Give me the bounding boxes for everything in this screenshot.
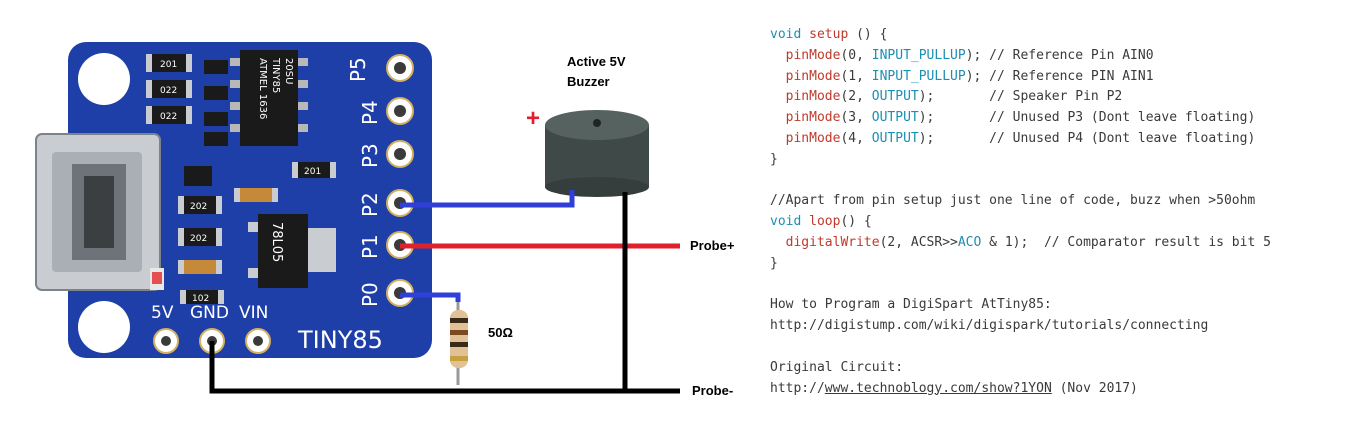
code-line: } [770,150,1355,171]
pin-label-vin: VIN [239,303,268,323]
pin-label-p5: P5 [346,57,370,82]
resistor-50-ohm: 50Ω [450,300,513,385]
code-token: void [770,214,810,230]
code-line: //Apart from pin setup just one line of … [770,191,1355,212]
resistor-code: 201 [160,60,177,70]
resistor-code: 202 [190,202,207,212]
code-token: Original Circuit: [770,359,904,375]
pin-label-gnd: GND [190,303,229,323]
buzzer-label: Buzzer [567,74,610,89]
pin-label-5v: 5V [151,303,174,323]
code-token: OUTPUT [871,89,919,105]
code-line: How to Program a DigiSpart AtTiny85: [770,295,1355,316]
code-line: http://www.technoblogy.com/show?1YON (No… [770,379,1355,400]
circuit-diagram: ATMEL 1636 TINY85 20SU 78L05 201 022 022… [35,42,735,398]
code-token: (0, [840,47,872,63]
code-token: () { [840,214,872,230]
code-token: setup [809,27,849,42]
code-token: OUTPUT [871,110,919,126]
plus-sign: + [526,105,540,132]
chip-text: ATMEL 1636 [257,58,268,119]
code-token: (Nov 2017) [1051,380,1138,396]
code-line: void setup () { [770,25,1355,46]
board-label: TINY85 [297,326,383,354]
code-token: ); // Unused P4 (Dont leave floating) [918,130,1256,146]
code-token: () { [848,27,888,42]
code-token: & 1); // Comparator result is bit 5 [981,234,1271,250]
pin-label-p2: P2 [358,192,382,217]
digispark-board: ATMEL 1636 TINY85 20SU 78L05 201 022 022… [35,42,432,358]
code-line: pinMode(0, INPUT_PULLUP); // Reference P… [770,46,1355,67]
code-token: } [770,151,778,167]
code-token: pinMode [785,68,841,84]
buzzer: Active 5V Buzzer + [526,54,649,197]
code-token: (3, [840,110,872,126]
code-line: Original Circuit: [770,358,1355,379]
code-line: pinMode(2, OUTPUT); // Speaker Pin P2 [770,87,1355,108]
code-token: (2, ACSR>> [879,234,958,250]
code-token: ); // Reference PIN AIN1 [965,68,1154,84]
resistor-label: 50Ω [488,325,513,340]
code-token: ACO [957,234,982,250]
code-token: ); // Unused P3 (Dont leave floating) [918,110,1256,126]
chip-text: 20SU [283,58,294,84]
resistor-code: 022 [160,86,177,96]
code-token: pinMode [785,89,841,105]
usb-connector [35,133,161,291]
code-token: INPUT_PULLUP [871,47,966,63]
code-token: ); // Reference Pin AIN0 [965,47,1154,63]
resistor-code: 202 [190,234,207,244]
pin-label-p0: P0 [358,282,382,307]
code-line: http://digistump.com/wiki/digispark/tuto… [770,316,1355,337]
code-token: loop [809,214,841,230]
pin-label-p1: P1 [358,234,382,259]
resistor-code: 022 [160,112,177,122]
code-token: //Apart from pin setup just one line of … [770,193,1256,209]
code-token: How to Program a DigiSpart AtTiny85: [770,297,1052,313]
code-token: http://digistump.com/wiki/digispark/tuto… [770,318,1209,334]
pin-label-p4: P4 [358,100,382,125]
code-listing: void setup () { pinMode(0, INPUT_PULLUP)… [770,25,1355,399]
code-token: ); // Speaker Pin P2 [918,89,1123,105]
code-line: pinMode(3, OUTPUT); // Unused P3 (Dont l… [770,108,1355,129]
code-token: void [770,27,810,42]
code-token: pinMode [785,110,841,126]
link-text[interactable]: www.technoblogy.com/show?1YON [825,381,1052,396]
code-line: } [770,254,1355,275]
buzzer-label: Active 5V [567,54,626,69]
regulator-text: 78L05 [269,222,284,262]
code-line: pinMode(1, INPUT_PULLUP); // Reference P… [770,67,1355,88]
code-token: pinMode [785,130,841,146]
code-token: INPUT_PULLUP [871,68,966,84]
code-token: http:// [770,380,825,396]
code-token: pinMode [785,47,841,63]
code-line: pinMode(4, OUTPUT); // Unused P4 (Dont l… [770,129,1355,150]
code-token: (2, [840,89,872,105]
pin-label-p3: P3 [358,143,382,168]
code-token: } [770,255,778,271]
code-line: digitalWrite(2, ACSR>>ACO & 1); // Compa… [770,233,1355,254]
code-token: digitalWrite [785,234,880,250]
probe-minus-label: Probe- [692,383,733,398]
attiny85-chip: ATMEL 1636 TINY85 20SU [230,50,308,146]
code-token: (1, [840,68,872,84]
code-token: OUTPUT [871,130,919,146]
code-line: void loop() { [770,212,1355,233]
probe-plus-label: Probe+ [690,238,735,253]
resistor-code: 201 [304,167,321,177]
code-token: (4, [840,130,872,146]
chip-text: TINY85 [270,57,281,93]
